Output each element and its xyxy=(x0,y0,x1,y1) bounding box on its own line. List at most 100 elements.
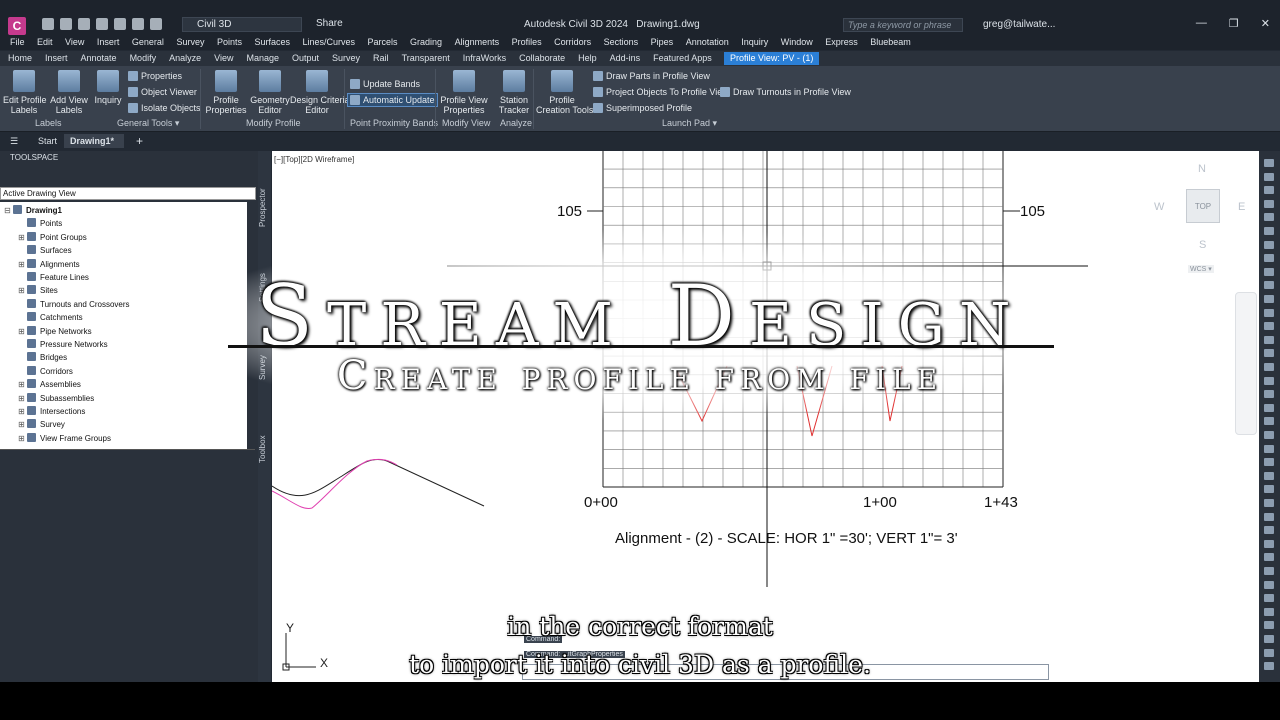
tab-toolbox[interactable]: Toolbox xyxy=(258,430,271,468)
object-viewer-button[interactable]: Object Viewer xyxy=(128,87,197,97)
palette-tool-icon[interactable] xyxy=(1264,471,1274,480)
viewcube-east[interactable]: E xyxy=(1238,201,1245,213)
tree-item[interactable]: Surfaces xyxy=(18,244,72,257)
undo-icon[interactable] xyxy=(132,18,144,30)
station-tracker-button[interactable]: Station Tracker xyxy=(496,70,532,115)
add-view-labels-button[interactable]: Add View Labels xyxy=(48,70,90,115)
expand-icon[interactable]: ⊞ xyxy=(18,392,27,405)
expand-icon[interactable]: ⊞ xyxy=(18,258,27,271)
superimposed-profile-button[interactable]: Superimposed Profile xyxy=(593,103,692,113)
palette-tool-icon[interactable] xyxy=(1264,159,1274,167)
menu-item[interactable]: Insert xyxy=(97,37,120,47)
expand-icon[interactable]: ⊞ xyxy=(18,284,27,297)
menu-item[interactable]: Corridors xyxy=(554,37,591,47)
tab-survey[interactable]: Survey xyxy=(258,350,271,385)
ribbon-tab[interactable]: Analyze xyxy=(169,53,201,63)
palette-tool-icon[interactable] xyxy=(1264,267,1274,276)
panel-modify-view[interactable]: Modify View xyxy=(442,118,490,128)
new-icon[interactable] xyxy=(42,18,54,30)
viewcube-south[interactable]: S xyxy=(1199,239,1206,251)
palette-tool-icon[interactable] xyxy=(1264,444,1274,453)
palette-tool-icon[interactable] xyxy=(1264,417,1274,426)
ribbon-tab[interactable]: Manage xyxy=(246,53,279,63)
menu-item[interactable]: Express xyxy=(825,37,858,47)
tree-item[interactable]: ⊞ Intersections xyxy=(18,405,85,418)
menu-item[interactable]: Parcels xyxy=(368,37,398,47)
tab-settings[interactable]: Settings xyxy=(258,268,271,308)
tree-item[interactable]: Pressure Networks xyxy=(18,338,108,351)
tree-item[interactable]: ⊞ View Frame Groups xyxy=(18,432,111,445)
panel-general-tools[interactable]: General Tools ▾ xyxy=(117,118,179,129)
palette-tool-icon[interactable] xyxy=(1264,295,1274,303)
palette-tool-icon[interactable] xyxy=(1264,567,1274,575)
expand-icon[interactable]: ⊟ xyxy=(4,204,13,217)
menu-item[interactable]: Points xyxy=(217,37,242,47)
search-input[interactable]: Type a keyword or phrase xyxy=(843,18,963,32)
draw-parts-button[interactable]: Draw Parts in Profile View xyxy=(593,71,710,81)
menu-item[interactable]: Sections xyxy=(604,37,639,47)
share-button[interactable]: Share xyxy=(316,18,343,29)
ribbon-tab[interactable]: Output xyxy=(292,53,319,63)
palette-tool-icon[interactable] xyxy=(1264,499,1274,507)
panel-labels[interactable]: Labels xyxy=(35,118,62,128)
menu-item[interactable]: Lines/Curves xyxy=(303,37,356,47)
open-icon[interactable] xyxy=(60,18,72,30)
ribbon-tab[interactable]: Annotate xyxy=(81,53,117,63)
palette-tool-icon[interactable] xyxy=(1264,403,1274,412)
geometry-editor-button[interactable]: Geometry Editor xyxy=(250,70,290,115)
palette-tool-icon[interactable] xyxy=(1264,376,1274,385)
tree-item[interactable]: Corridors xyxy=(18,365,73,378)
palette-tool-icon[interactable] xyxy=(1264,526,1274,535)
profile-view-properties-button[interactable]: Profile View Properties xyxy=(440,70,488,115)
menu-item[interactable]: Grading xyxy=(410,37,442,47)
menu-item[interactable]: Alignments xyxy=(455,37,500,47)
viewcube-north[interactable]: N xyxy=(1198,163,1206,175)
ribbon-tab[interactable]: Rail xyxy=(373,53,389,63)
edit-profile-labels-button[interactable]: Edit Profile Labels xyxy=(3,70,47,115)
menu-item[interactable]: Window xyxy=(781,37,813,47)
palette-tool-icon[interactable] xyxy=(1264,594,1274,603)
ribbon-tab[interactable]: InfraWorks xyxy=(463,53,506,63)
menu-item[interactable]: View xyxy=(65,37,84,47)
menu-icon[interactable]: ☰ xyxy=(4,134,24,148)
isolate-objects-button[interactable]: Isolate Objects xyxy=(128,103,201,113)
palette-tool-icon[interactable] xyxy=(1264,512,1274,521)
menu-item[interactable]: Bluebeam xyxy=(870,37,911,47)
tree-item[interactable]: ⊞ Sites xyxy=(18,284,58,297)
update-bands-button[interactable]: Update Bands xyxy=(350,79,420,89)
ribbon-tab[interactable]: Add-ins xyxy=(610,53,641,63)
tree-item[interactable]: ⊞ Subassemblies xyxy=(18,392,94,405)
ribbon-tab[interactable]: Modify xyxy=(130,53,157,63)
redo-icon[interactable] xyxy=(150,18,162,30)
menu-item[interactable]: Annotation xyxy=(686,37,729,47)
inquiry-button[interactable]: Inquiry xyxy=(93,70,123,105)
tree-item[interactable]: Catchments xyxy=(18,311,83,324)
app-logo[interactable]: C xyxy=(8,17,26,35)
expand-icon[interactable]: ⊞ xyxy=(18,378,27,391)
restore-icon[interactable]: ❐ xyxy=(1229,17,1239,30)
palette-tool-icon[interactable] xyxy=(1264,580,1274,589)
palette-tool-icon[interactable] xyxy=(1264,199,1274,208)
viewport-controls[interactable]: [−][Top][2D Wireframe] xyxy=(274,155,354,164)
menu-item[interactable]: Pipes xyxy=(651,37,674,47)
workspace-dropdown[interactable]: Civil 3D xyxy=(182,17,302,32)
panel-modify-profile[interactable]: Modify Profile xyxy=(246,118,301,128)
ribbon-tab[interactable]: Survey xyxy=(332,53,360,63)
design-criteria-editor-button[interactable]: Design Criteria Editor xyxy=(290,70,350,115)
expand-icon[interactable]: ⊞ xyxy=(18,405,27,418)
menu-item[interactable]: Surfaces xyxy=(254,37,290,47)
expand-icon[interactable]: ⊞ xyxy=(18,418,27,431)
menu-item[interactable]: Inquiry xyxy=(741,37,768,47)
expand-icon[interactable]: ⊞ xyxy=(18,325,27,338)
save-as-icon[interactable] xyxy=(96,18,108,30)
palette-tool-icon[interactable] xyxy=(1264,349,1274,358)
menu-item[interactable]: Profiles xyxy=(512,37,542,47)
close-icon[interactable]: ✕ xyxy=(1261,17,1270,30)
ribbon-tab[interactable]: Collaborate xyxy=(519,53,565,63)
viewcube-top-face[interactable]: TOP xyxy=(1186,189,1220,223)
ribbon-tab[interactable]: View xyxy=(214,53,233,63)
ribbon-tab[interactable]: Transparent xyxy=(402,53,450,63)
expand-icon[interactable]: ⊞ xyxy=(18,231,27,244)
tree-item[interactable]: ⊞ Pipe Networks xyxy=(18,325,92,338)
palette-tool-icon[interactable] xyxy=(1264,322,1274,331)
